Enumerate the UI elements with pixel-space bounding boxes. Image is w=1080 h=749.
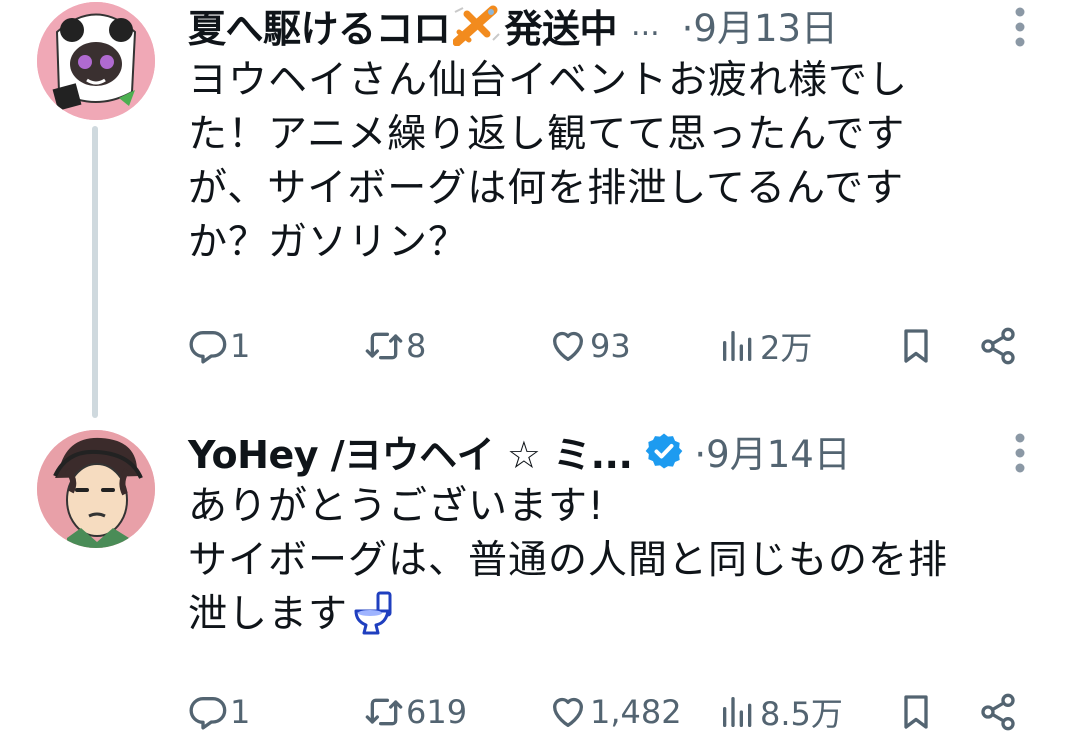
tweet-date[interactable]: ·9月13日 [682, 0, 838, 52]
tweet-text-line: サイボーグは、普通の人間と同じものを排 [188, 538, 949, 583]
avatar[interactable] [37, 2, 155, 120]
vertical-dots-icon[interactable] [1014, 432, 1026, 474]
vertical-dots-icon[interactable] [1014, 6, 1026, 48]
name-truncation: ... [631, 7, 660, 43]
tweet-actions: 1 8 93 2万 [188, 320, 1038, 372]
retweet-count: 8 [406, 327, 427, 365]
tweet-text-line: が、サイボーグは何を排泄してるんです [188, 166, 905, 211]
speech-bubble-icon [189, 697, 227, 730]
tweet-header: YoHey /ヨウヘイ ☆ ミ... ·9月14日 [188, 424, 851, 479]
bar-chart-icon [723, 331, 752, 361]
bookmark-icon [904, 695, 928, 729]
thread-connector-line [92, 126, 98, 418]
share-button[interactable] [978, 686, 1020, 738]
like-button[interactable]: 1,482 [548, 686, 682, 738]
retweet-button[interactable]: 619 [364, 686, 467, 738]
author-name-suffix[interactable]: 発送中 [505, 0, 618, 53]
toilet-icon [352, 589, 396, 635]
tweet-text-line: か？ガソリン？ [188, 220, 469, 265]
retweet-arrows-icon [365, 698, 403, 726]
share-nodes-icon [981, 693, 1015, 731]
reply-button[interactable]: 1 [188, 686, 250, 738]
retweet-count: 619 [406, 693, 468, 731]
like-count: 1,482 [590, 693, 682, 731]
bookmark-icon [904, 329, 928, 363]
reply-count: 1 [230, 693, 251, 731]
reply-button[interactable]: 1 [188, 320, 250, 372]
author-name[interactable]: YoHey /ヨウヘイ ☆ ミ... [188, 424, 633, 479]
share-nodes-icon [981, 327, 1015, 365]
views-button[interactable]: 2万 [718, 320, 812, 372]
avatar[interactable] [37, 430, 155, 548]
heart-outline-icon [553, 697, 583, 727]
view-count: 8.5万 [760, 695, 843, 733]
like-count: 93 [590, 327, 631, 365]
like-button[interactable]: 93 [548, 320, 631, 372]
airplane-icon [452, 4, 503, 47]
tweet-text: ありがとうございます! サイボーグは、普通の人間と同じものを排 泄します [188, 480, 1068, 642]
bar-chart-icon [723, 697, 752, 727]
bookmark-button[interactable] [896, 320, 938, 372]
views-button[interactable]: 8.5万 [718, 686, 843, 738]
heart-outline-icon [553, 331, 583, 361]
bookmark-button[interactable] [896, 686, 938, 738]
speech-bubble-icon [189, 331, 227, 364]
retweet-button[interactable]: 8 [364, 320, 426, 372]
tweet-text-line: ありがとうございます! [188, 484, 605, 529]
tweet-header: 夏へ駆けるコロ 発送中 ... ·9月13日 [188, 0, 838, 53]
share-button[interactable] [978, 320, 1020, 372]
reply-thread: 夏へ駆けるコロ 発送中 ... ·9月13日 ヨウヘイさん仙台イベントお疲れ様で… [0, 0, 1080, 749]
tweet-1[interactable]: 夏へ駆けるコロ 発送中 ... ·9月13日 ヨウヘイさん仙台イベントお疲れ様で… [0, 0, 1080, 420]
tweet-text-fragment: 泄します [188, 592, 349, 637]
tweet-text: ヨウヘイさん仙台イベントお疲れ様でし た！アニメ繰り返し観てて思ったんです が、… [188, 54, 1068, 270]
tweet-text-line: ヨウヘイさん仙台イベントお疲れ様でし [188, 58, 909, 103]
author-name[interactable]: 夏へ駆けるコロ [188, 0, 451, 53]
view-count: 2万 [760, 329, 813, 367]
verified-badge-icon [644, 431, 684, 471]
tweet-text-line: た！アニメ繰り返し観てて思ったんです [188, 112, 906, 157]
tweet-2[interactable]: YoHey /ヨウヘイ ☆ ミ... ·9月14日 ありがとうございます! サイ… [0, 420, 1080, 749]
tweet-actions: 1 619 1,482 8.5万 [188, 686, 1038, 738]
tweet-date[interactable]: ·9月14日 [694, 424, 850, 478]
tweet-text-line-last: 泄します [188, 588, 1068, 642]
reply-count: 1 [230, 327, 251, 365]
retweet-arrows-icon [365, 332, 403, 360]
